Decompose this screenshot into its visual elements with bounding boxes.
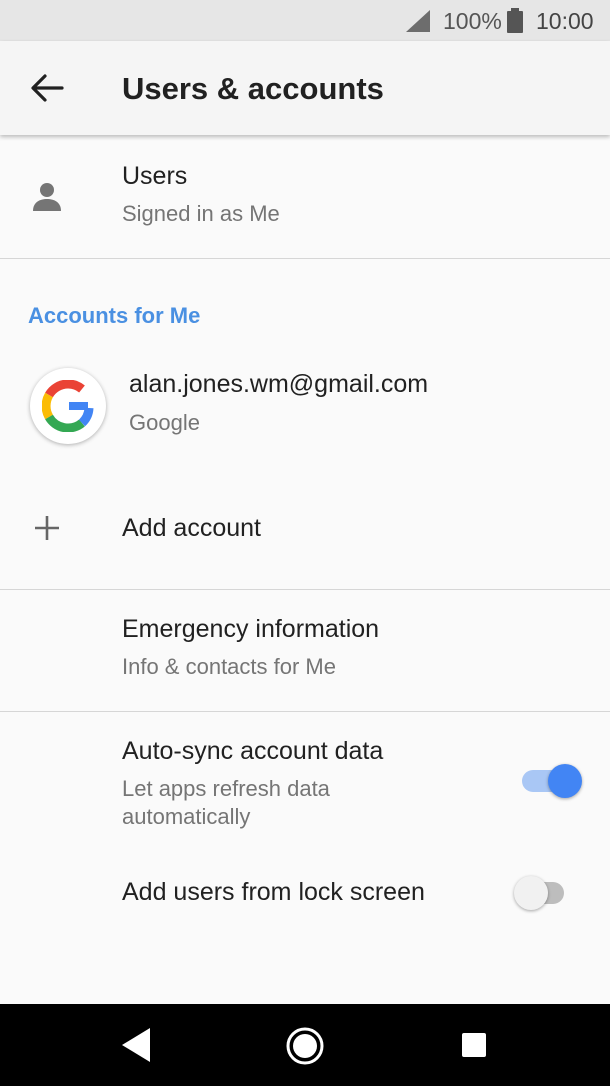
add-account-label: Add account <box>122 514 261 542</box>
account-type: Google <box>129 410 200 435</box>
google-logo-icon <box>30 368 106 444</box>
home-circle-icon[interactable] <box>285 1026 325 1066</box>
lock-screen-users-row[interactable]: Add users from lock screen <box>0 850 610 940</box>
emergency-title: Emergency information <box>122 615 380 643</box>
auto-sync-subtitle-line1: Let apps refresh data <box>122 776 330 801</box>
toggle-thumb <box>514 876 548 910</box>
person-icon <box>33 183 61 211</box>
auto-sync-toggle[interactable] <box>522 764 582 798</box>
clock: 10:00 <box>536 8 594 34</box>
app-bar: Users & accounts <box>0 41 610 135</box>
auto-sync-subtitle-line2: automatically <box>122 804 251 829</box>
status-bar: 100% 10:00 <box>0 0 610 41</box>
navigation-bar <box>0 1004 610 1086</box>
auto-sync-row[interactable]: Auto-sync account data Let apps refresh … <box>0 712 610 840</box>
auto-sync-title: Auto-sync account data <box>122 737 384 765</box>
signal-icon <box>406 10 430 32</box>
lock-screen-users-toggle[interactable] <box>514 876 570 910</box>
plus-icon <box>35 516 59 540</box>
battery-icon <box>507 8 523 33</box>
toggle-thumb <box>548 764 582 798</box>
users-title: Users <box>122 162 188 190</box>
account-email: alan.jones.wm@gmail.com <box>129 370 429 398</box>
arrow-back-icon[interactable] <box>30 73 64 103</box>
divider <box>0 258 610 259</box>
accounts-section-header: Accounts for Me <box>28 303 201 328</box>
users-subtitle: Signed in as Me <box>122 201 280 226</box>
lock-screen-users-title: Add users from lock screen <box>122 878 425 906</box>
users-row[interactable]: Users Signed in as Me <box>0 136 610 258</box>
emergency-subtitle: Info & contacts for Me <box>122 654 336 679</box>
emergency-info-row[interactable]: Emergency information Info & contacts fo… <box>0 590 610 711</box>
page-title: Users & accounts <box>122 71 384 106</box>
recents-square-icon[interactable] <box>460 1031 488 1059</box>
add-account-row[interactable]: Add account <box>0 480 610 588</box>
back-triangle-icon[interactable] <box>120 1026 154 1064</box>
battery-percent: 100% <box>443 8 502 34</box>
